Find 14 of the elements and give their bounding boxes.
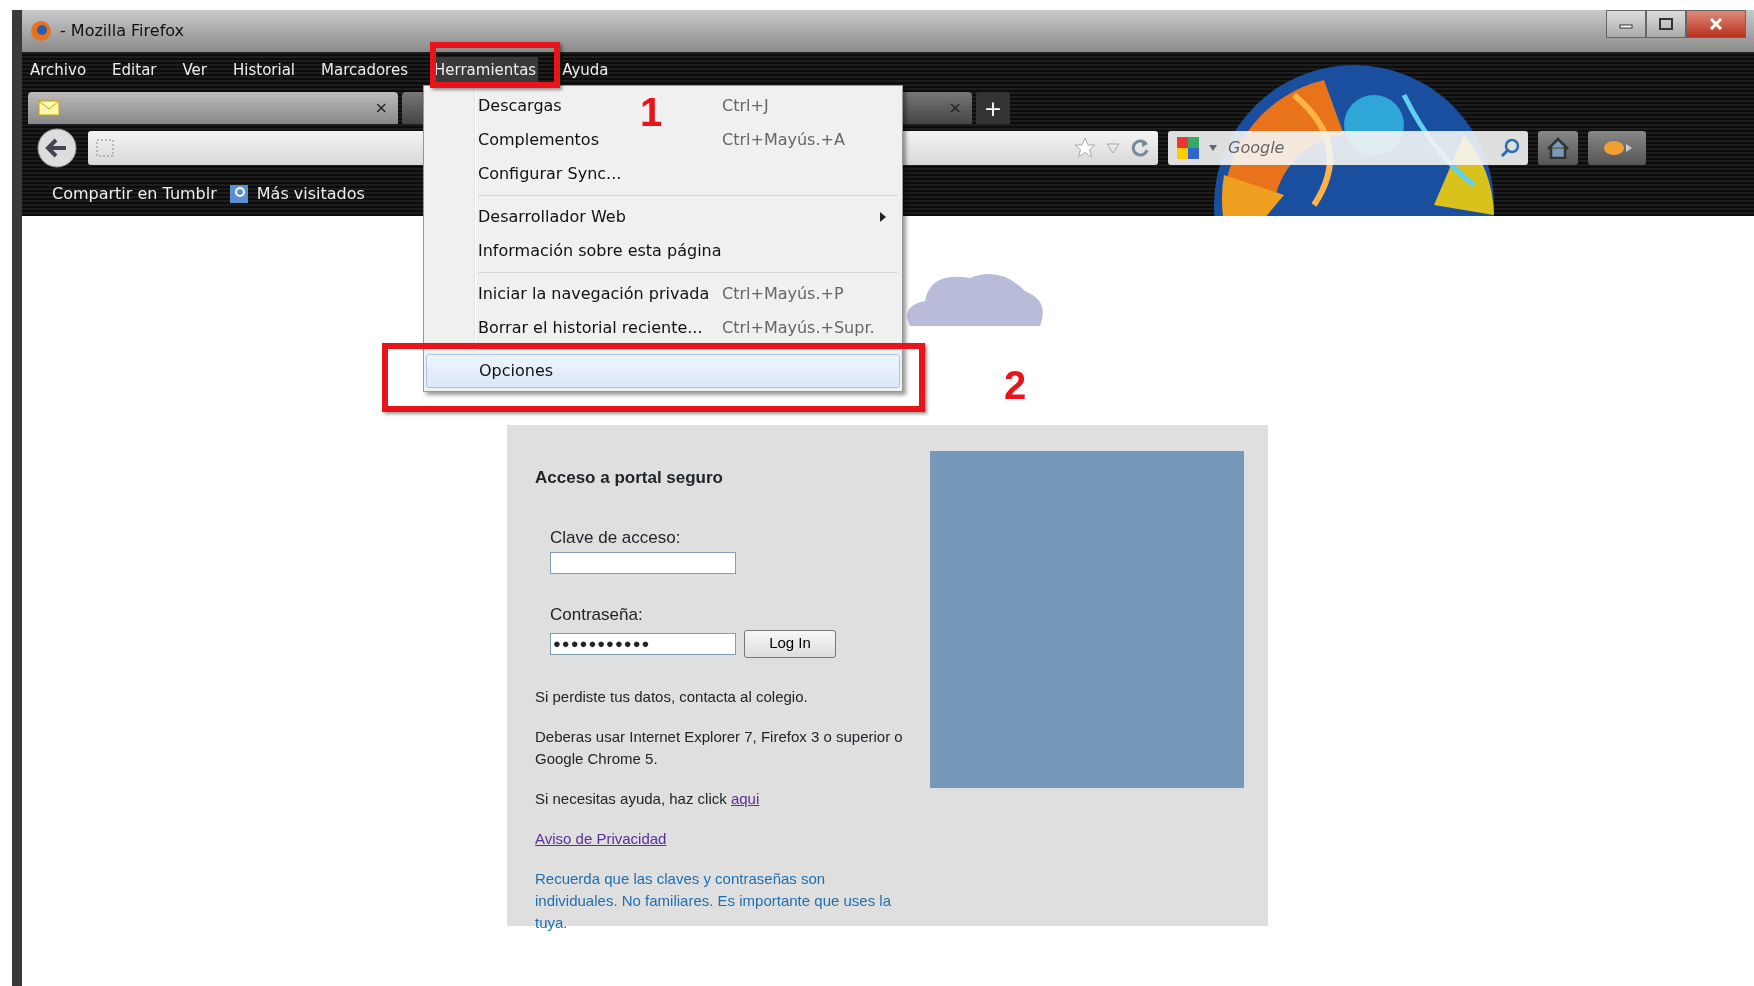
panel-title: Acceso a portal seguro [535,467,724,489]
window-title: - Mozilla Firefox [60,20,185,42]
step-number: 2 [1004,365,1027,405]
shortcut-label: Ctrl+Mayús.+Supr. [722,317,875,339]
paragraph: Deberas usar Internet Explorer 7, Firefox 3 o superior o Google Chrome 5. [535,726,904,769]
field-label: Contraseña: [550,604,644,626]
shortcut-label: Ctrl+Mayús.+A [722,129,845,151]
paragraph: Si perdiste tus datos, contacta al colegio. [535,686,809,707]
shortcut-label: Ctrl+J [722,95,769,117]
shortcut-label: Ctrl+Mayús.+P [722,283,844,305]
paragraph: Si necesitas ayuda, haz click aqui [535,788,761,809]
notice-text: Recuerda que las claves y contraseñas son individuales. No familiares. Es importante que uses la tuya. [535,868,892,933]
step-number: 1 [640,92,663,132]
field-label: Clave de acceso: [550,526,682,549]
